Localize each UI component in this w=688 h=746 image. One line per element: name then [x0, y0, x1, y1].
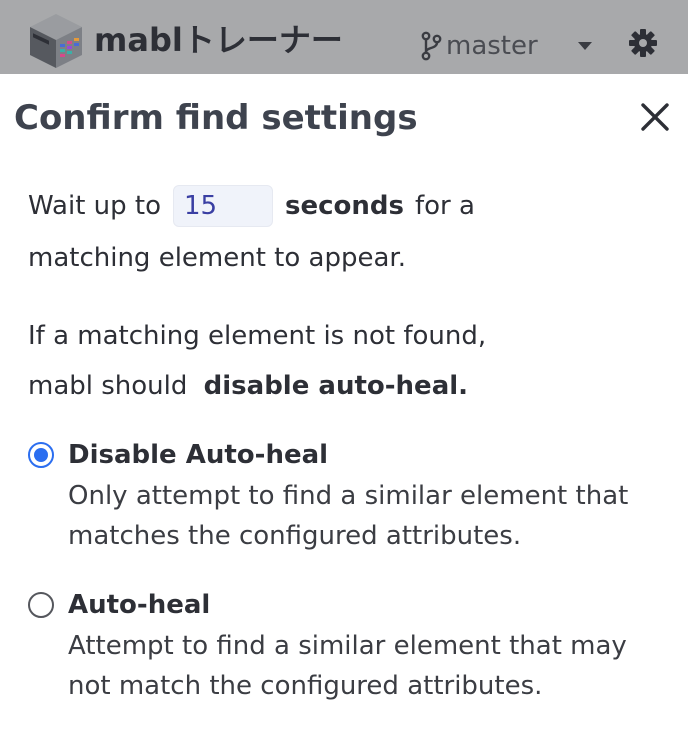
radio-disable-auto-heal[interactable]	[28, 442, 54, 468]
wait-sentence: Wait up to seconds for a	[28, 184, 475, 228]
option-desc-auto-heal-line1: Attempt to find a similar element that m…	[68, 631, 627, 661]
branch-name: master	[446, 31, 538, 61]
wait-prefix: Wait up to	[28, 191, 162, 221]
fallback-prefix: mabl should	[28, 371, 188, 401]
option-desc-auto-heal-line2: not match the configured attributes.	[68, 671, 543, 701]
mabl-cube-logo-icon	[30, 14, 82, 68]
top-bar: mablトレーナー master	[0, 0, 688, 74]
gear-icon[interactable]	[628, 28, 658, 58]
fallback-action: disable auto-heal.	[203, 371, 469, 401]
find-settings-dialog: Confirm find settings Wait up to seconds…	[0, 74, 688, 746]
fallback-sentence-line2: mabl should disable auto-heal.	[28, 368, 468, 404]
app-title: mablトレーナー	[94, 21, 343, 59]
fallback-sentence-line1: If a matching element is not found,	[28, 321, 487, 351]
chevron-down-icon[interactable]	[576, 40, 594, 52]
git-branch-icon	[421, 31, 442, 61]
dialog-title: Confirm find settings	[14, 98, 418, 138]
branch-selector[interactable]: master	[420, 26, 538, 66]
option-desc-disable-auto-heal-line2: matches the configured attributes.	[68, 521, 522, 551]
radio-auto-heal[interactable]	[28, 592, 54, 618]
wait-seconds-input[interactable]	[173, 185, 274, 227]
close-icon[interactable]	[638, 100, 672, 134]
wait-suffix: for a	[415, 191, 475, 221]
wait-sentence-line2: matching element to appear.	[28, 243, 406, 273]
wait-unit: seconds	[285, 191, 404, 221]
option-label-disable-auto-heal[interactable]: Disable Auto-heal	[68, 437, 328, 473]
option-desc-disable-auto-heal-line1: Only attempt to find a similar element t…	[68, 481, 629, 511]
option-label-auto-heal[interactable]: Auto-heal	[68, 587, 210, 623]
